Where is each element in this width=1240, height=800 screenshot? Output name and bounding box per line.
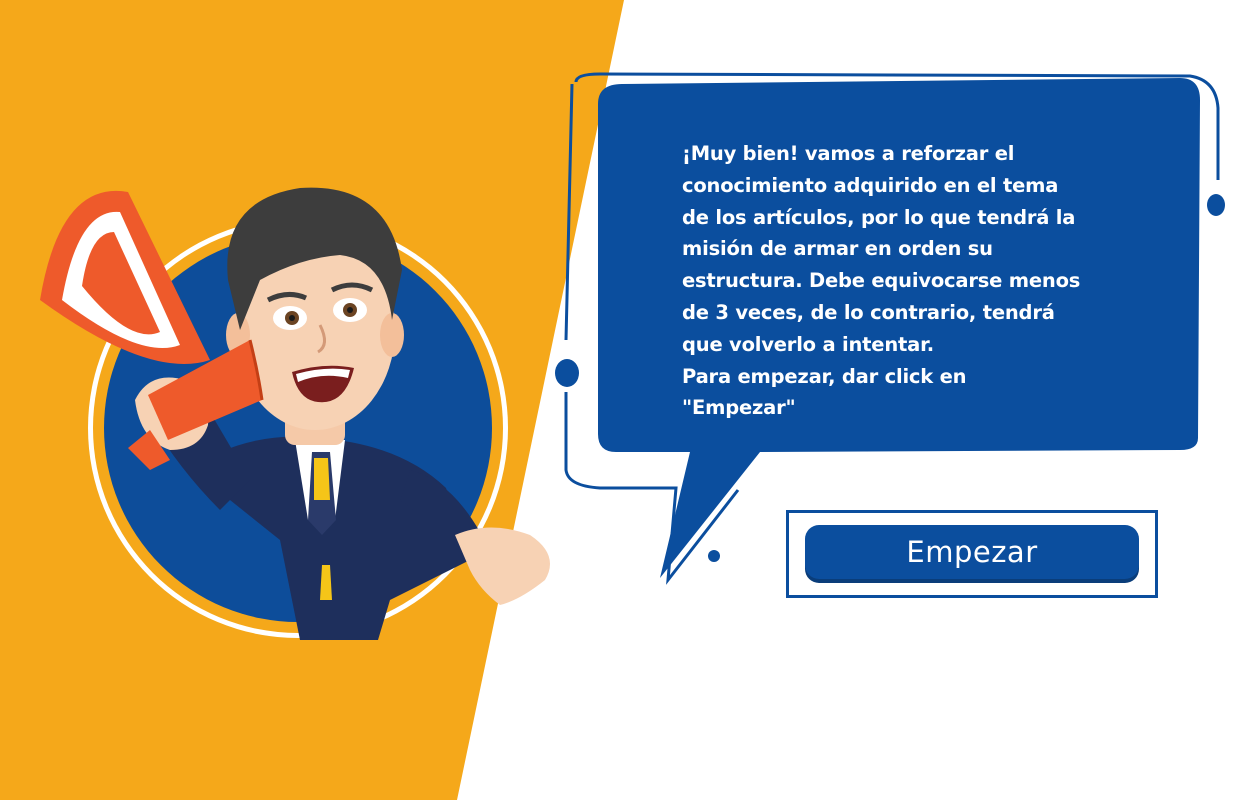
bubble-dot [1207, 194, 1225, 216]
message-line: que volverlo a intentar. [682, 332, 934, 356]
instruction-message: ¡Muy bien! vamos a reforzar el conocimie… [682, 138, 1122, 424]
start-button[interactable]: Empezar [805, 525, 1139, 579]
message-line: estructura. Debe equivocarse menos [682, 269, 1081, 293]
message-line: Para empezar, dar click en [682, 364, 967, 388]
bubble-dot [555, 359, 579, 387]
message-line: conocimiento adquirido en el tema [682, 173, 1059, 197]
message-line: ¡Muy bien! vamos a reforzar el [682, 142, 1015, 165]
bubble-dot [708, 550, 720, 562]
message-line: de los artículos, por lo que tendrá la [682, 205, 1076, 229]
message-line: misión de armar en orden su [682, 237, 993, 261]
message-line: de 3 veces, de lo contrario, tendrá [682, 300, 1055, 324]
message-line: "Empezar" [682, 396, 796, 420]
